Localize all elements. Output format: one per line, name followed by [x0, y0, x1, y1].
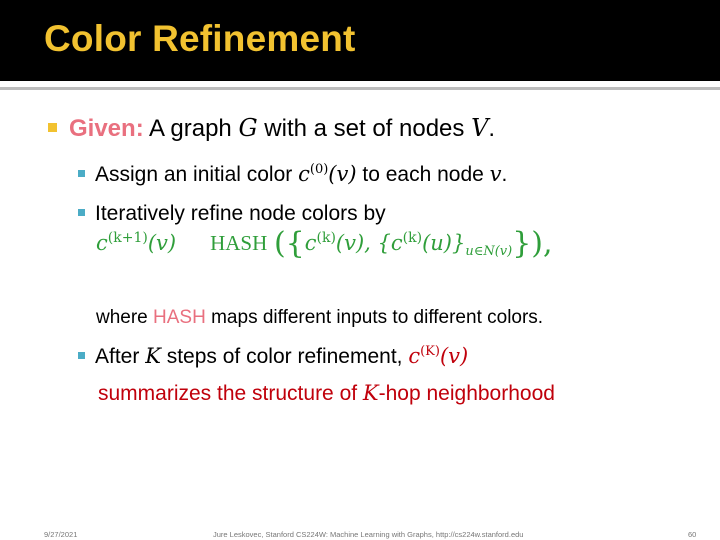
formula-close-bracket: }),	[512, 226, 553, 261]
formula-sup: (k)	[316, 230, 336, 246]
bullet-given: Given: A graph G with a set of nodes V.	[48, 114, 495, 143]
math-var: G	[238, 114, 258, 142]
math-var: v	[489, 162, 502, 186]
given-label: Given:	[69, 115, 144, 142]
bullet-text: to each node	[356, 163, 490, 186]
where-text: where	[96, 307, 154, 328]
formula-term: c	[304, 231, 317, 255]
formula-arg: (v), {	[335, 231, 391, 255]
title-bar: Color Refinement	[0, 0, 720, 81]
square-bullet-icon	[48, 123, 57, 133]
square-bullet-icon	[78, 208, 85, 216]
formula-sup: (k)	[402, 230, 423, 246]
formula-open-bracket: ({	[273, 226, 305, 261]
math-sup: (K)	[420, 344, 440, 359]
bullet-text: steps of color refinement,	[160, 345, 409, 368]
math-var: K	[362, 381, 379, 405]
refinement-formula: c(k+1)(v) HASH ({c(k)(v), {c(k)(u)}u∈N(v)…	[96, 226, 553, 261]
math-var: c	[408, 344, 421, 368]
math-var: c	[298, 162, 310, 186]
bullet-text: After	[95, 345, 146, 368]
footer-credit: Jure Leskovec, Stanford CS224W: Machine …	[213, 530, 524, 539]
math-var: (v)	[439, 344, 469, 368]
where-text: maps different inputs to different color…	[205, 307, 544, 328]
square-bullet-icon	[78, 351, 85, 359]
bullet-text: .	[501, 163, 508, 186]
title-divider	[0, 87, 720, 90]
bullet-text: .	[488, 115, 496, 142]
hash-word: HASH	[153, 307, 206, 328]
bullet-assign: Assign an initial color c(0)(v) to each …	[78, 162, 507, 187]
bullet-text: Assign an initial color	[95, 163, 299, 186]
formula-term: c	[390, 231, 403, 255]
math-sup: (0)	[309, 162, 329, 177]
bullet-after-line2: summarizes the structure of K-hop neighb…	[98, 381, 555, 406]
hash-explanation: where HASH maps different inputs to diff…	[96, 307, 543, 329]
bullet-text: -hop neighborhood	[378, 382, 555, 405]
page-number: 60	[688, 530, 697, 539]
bullet-text: A graph	[143, 115, 239, 142]
bullet-after: After K steps of color refinement, c(K)(…	[78, 344, 468, 369]
bullet-text: with a set of nodes	[257, 115, 472, 142]
square-bullet-icon	[78, 169, 85, 177]
footer-date: 9/27/2021	[44, 530, 78, 539]
bullet-iterate: Iteratively refine node colors by	[78, 202, 386, 226]
math-var: (v)	[328, 162, 357, 186]
formula-lhs: c	[96, 231, 108, 255]
bullet-text: summarizes the structure of	[98, 382, 363, 405]
math-var: V	[471, 114, 489, 142]
formula-sup: (k+1)	[107, 230, 148, 246]
math-var: K	[145, 344, 161, 368]
formula-arg: (u)}	[422, 231, 466, 255]
bullet-text: Iteratively refine node colors by	[95, 202, 386, 225]
slide-title: Color Refinement	[44, 18, 356, 59]
formula-arg: (v)	[147, 231, 177, 255]
formula-hash: HASH	[210, 231, 268, 255]
formula-subscript: u∈N(v)	[465, 244, 513, 260]
